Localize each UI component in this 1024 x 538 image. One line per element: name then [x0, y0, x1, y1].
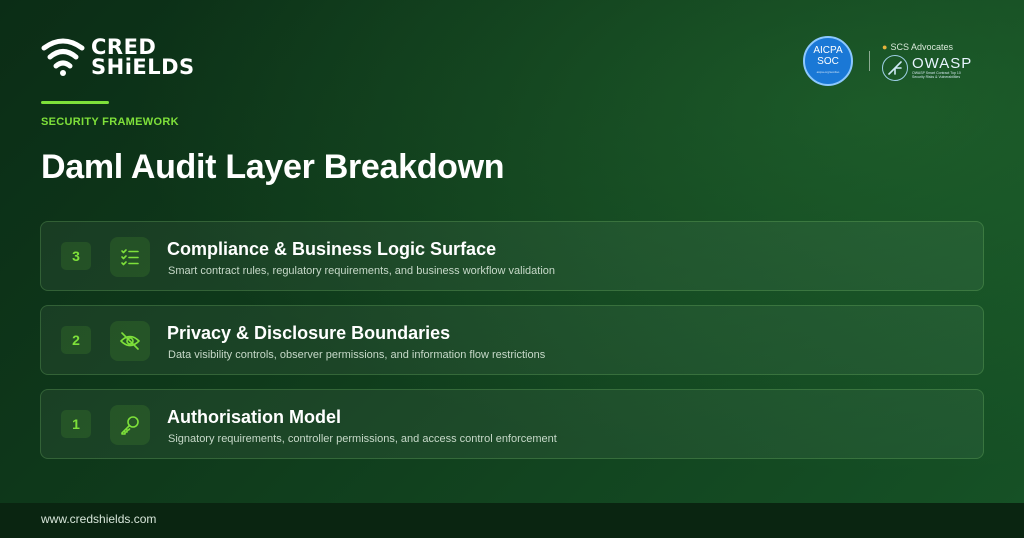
owasp-badge: ● SCS Advocates OWASP OWASP Smart Contrac… [882, 42, 972, 81]
checklist-icon [110, 237, 150, 277]
scs-advocates-label: ● SCS Advocates [882, 42, 972, 52]
aicpa-soc-badge: AICPA SOC aicpa.org/soc4so [803, 36, 853, 86]
soc-label: SOC [817, 55, 839, 67]
layer-title: Privacy & Disclosure Boundaries [167, 323, 451, 343]
layer-description: Signatory requirements, controller permi… [168, 433, 557, 445]
layer-title: Compliance & Business Logic Surface [167, 239, 497, 259]
medal-icon: ● [882, 41, 888, 52]
aicpa-label: AICPA [813, 44, 843, 56]
wifi-shield-icon [41, 38, 85, 76]
audit-layers-list: 3 Compliance & Business Logic Surface Sm… [40, 221, 984, 473]
credshields-logo: CRED SHiELDS [41, 36, 195, 78]
page-title: Daml Audit Layer Breakdown [41, 148, 505, 186]
layer-number-badge: 1 [61, 410, 91, 438]
layer-title: Authorisation Model [167, 407, 341, 427]
scs-advocates-text: SCS Advocates [890, 41, 953, 52]
logo-line2: SHiELDS [91, 55, 195, 79]
layer-card: 3 Compliance & Business Logic Surface Sm… [40, 221, 984, 291]
layer-description: Data visibility controls, observer permi… [168, 349, 546, 361]
owasp-wasp-icon [882, 54, 908, 81]
key-icon [110, 405, 150, 445]
logo-wordmark: CRED SHiELDS [91, 35, 195, 79]
owasp-logo: OWASP OWASP Smart Contract Top 10 Securi… [882, 54, 973, 81]
page: CRED SHiELDS AICPA SOC aicpa.org/soc4so … [0, 0, 1024, 538]
logo-line1: CRED [91, 35, 157, 59]
owasp-wordmark: OWASP [912, 54, 973, 72]
accent-line [41, 101, 109, 104]
website-link[interactable]: www.credshields.com [41, 512, 156, 526]
owasp-tagline: OWASP Smart Contract Top 10 Security Ris… [912, 70, 961, 79]
eye-off-icon [110, 321, 150, 361]
layer-card: 2 Privacy & Disclosure Boundaries Data v… [40, 305, 984, 375]
layer-card: 1 Authorisation Model Signatory requirem… [40, 389, 984, 459]
aicpa-small-text: aicpa.org/soc4so [816, 69, 840, 74]
layer-number-badge: 3 [61, 242, 91, 270]
badge-divider [869, 51, 870, 71]
section-kicker: SECURITY FRAMEWORK [41, 116, 179, 128]
layer-description: Smart contract rules, regulatory require… [168, 265, 556, 277]
footer-bar: www.credshields.com [0, 503, 1024, 538]
layer-number-badge: 2 [61, 326, 91, 354]
certification-badges: AICPA SOC aicpa.org/soc4so ● SCS Advocate… [803, 36, 972, 86]
